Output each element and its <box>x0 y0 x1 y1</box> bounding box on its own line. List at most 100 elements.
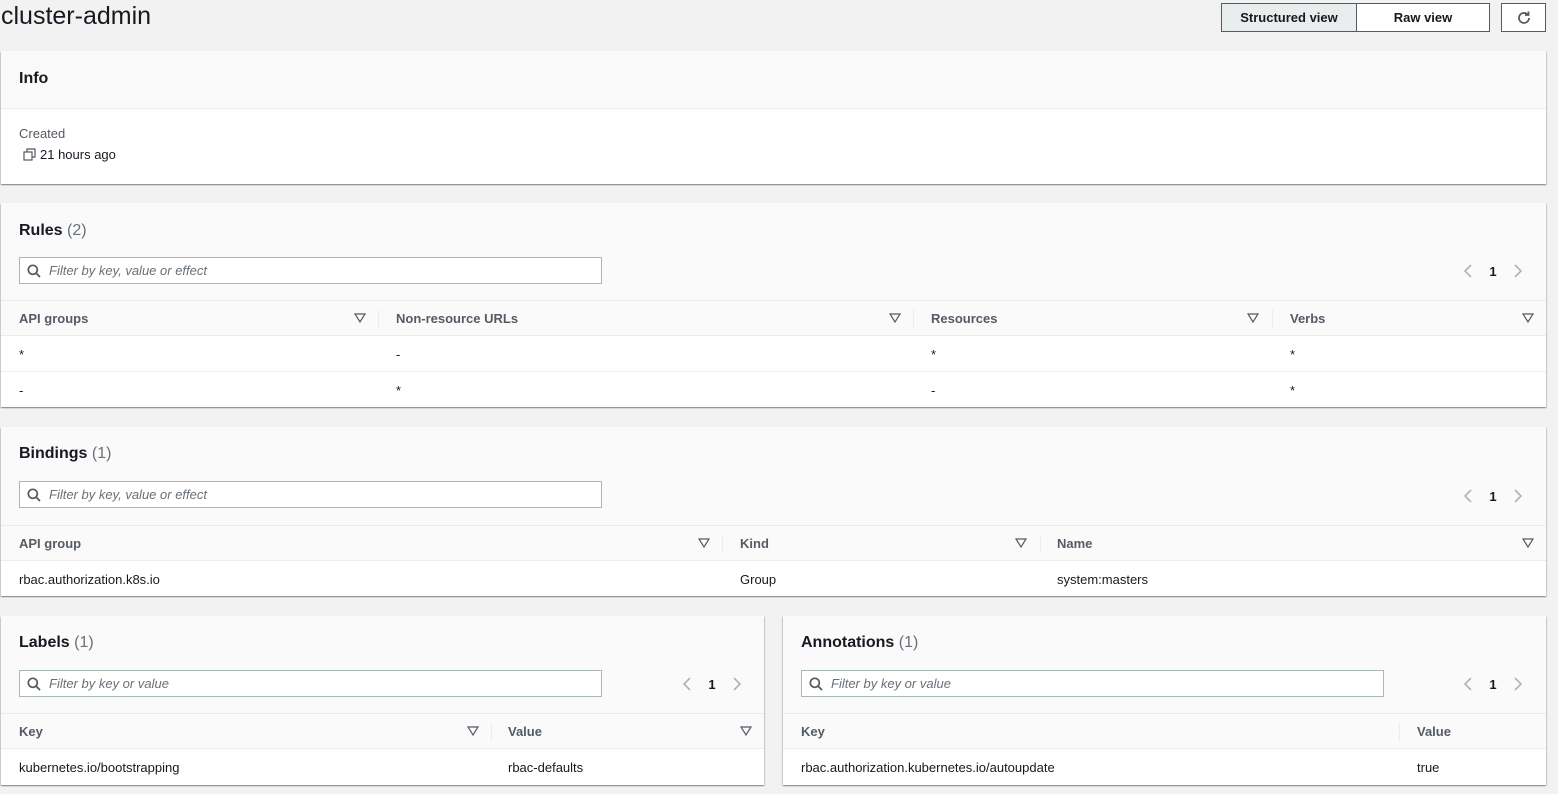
labels-search[interactable] <box>19 670 602 697</box>
bindings-search[interactable] <box>19 481 602 508</box>
created-value-text: 21 hours ago <box>40 147 116 162</box>
cell-resources: - <box>931 382 936 398</box>
search-icon <box>27 263 41 278</box>
column-header-api-groups[interactable]: API groups <box>19 301 88 336</box>
labels-search-input[interactable] <box>49 676 569 691</box>
cell-api-groups: * <box>19 346 25 362</box>
rules-panel-header: Rules (2) 1 <box>1 203 1546 300</box>
column-divider[interactable] <box>378 310 379 328</box>
cell-non-resource-urls: - <box>396 346 401 362</box>
rules-search-input[interactable] <box>49 263 569 278</box>
cell-kind: Group <box>740 571 777 587</box>
bindings-panel: Bindings (1) 1 API group Kind Name rbac.… <box>1 427 1546 596</box>
sort-icon[interactable] <box>354 313 366 323</box>
column-header-value[interactable]: Value <box>508 714 542 749</box>
cell-value: true <box>1417 759 1440 775</box>
labels-title: Labels (1) <box>19 634 94 652</box>
previous-page-icon[interactable] <box>678 675 696 693</box>
bindings-pagination: 1 <box>1459 486 1527 506</box>
bindings-title: Bindings (1) <box>19 445 111 463</box>
search-icon <box>27 487 41 502</box>
table-row: rbac.authorization.k8s.io Group system:m… <box>1 561 1546 597</box>
next-page-icon[interactable] <box>1509 262 1527 280</box>
sort-icon[interactable] <box>467 726 479 736</box>
info-panel-header: Info <box>1 51 1546 109</box>
column-header-non-resource-urls[interactable]: Non-resource URLs <box>396 301 518 336</box>
column-header-key[interactable]: Key <box>19 714 43 749</box>
labels-panel: Labels (1) 1 Key Value kubernetes.io/boo… <box>1 616 764 785</box>
copy-icon[interactable] <box>23 148 36 161</box>
column-header-resources[interactable]: Resources <box>931 301 997 336</box>
cell-api-group: rbac.authorization.k8s.io <box>19 571 160 587</box>
rules-table-header: API groups Non-resource URLs Resources V… <box>1 300 1546 336</box>
column-divider[interactable] <box>1399 723 1400 741</box>
column-divider[interactable] <box>722 535 723 553</box>
column-header-kind[interactable]: Kind <box>740 526 769 561</box>
previous-page-icon[interactable] <box>1459 487 1477 505</box>
previous-page-icon[interactable] <box>1459 675 1477 693</box>
annotations-pagination: 1 <box>1459 674 1527 694</box>
page-header: cluster-admin Structured view Raw view <box>0 0 1558 40</box>
annotations-panel-header: Annotations (1) 1 <box>783 616 1546 713</box>
column-divider[interactable] <box>491 723 492 741</box>
cell-key: rbac.authorization.kubernetes.io/autoupd… <box>801 759 1055 775</box>
raw-view-button[interactable]: Raw view <box>1357 3 1490 32</box>
next-page-icon[interactable] <box>728 675 746 693</box>
labels-page-number[interactable]: 1 <box>696 677 728 692</box>
next-page-icon[interactable] <box>1509 487 1527 505</box>
bindings-panel-header: Bindings (1) 1 <box>1 427 1546 525</box>
column-header-verbs[interactable]: Verbs <box>1290 301 1325 336</box>
column-divider[interactable] <box>913 310 914 328</box>
column-header-key[interactable]: Key <box>801 714 825 749</box>
bindings-table-header: API group Kind Name <box>1 525 1546 561</box>
column-header-name[interactable]: Name <box>1057 526 1092 561</box>
structured-view-button[interactable]: Structured view <box>1221 3 1357 32</box>
rules-panel: Rules (2) 1 API groups Non-resource URLs… <box>1 203 1546 407</box>
sort-icon[interactable] <box>1522 538 1534 548</box>
refresh-button[interactable] <box>1501 3 1546 32</box>
cell-verbs: * <box>1290 382 1296 398</box>
table-row: rbac.authorization.kubernetes.io/autoupd… <box>783 749 1546 785</box>
created-label: Created <box>19 126 66 141</box>
column-header-value[interactable]: Value <box>1417 714 1451 749</box>
rules-search[interactable] <box>19 257 602 284</box>
previous-page-icon[interactable] <box>1459 262 1477 280</box>
sort-icon[interactable] <box>698 538 710 548</box>
annotations-title: Annotations (1) <box>801 634 918 652</box>
cell-api-groups: - <box>19 382 24 398</box>
table-row: - * - * <box>1 372 1546 408</box>
annotations-page-number[interactable]: 1 <box>1477 677 1509 692</box>
sort-icon[interactable] <box>1015 538 1027 548</box>
bindings-page-number[interactable]: 1 <box>1477 489 1509 504</box>
page-title: cluster-admin <box>1 2 152 30</box>
cell-name: system:masters <box>1057 571 1149 587</box>
cell-key: kubernetes.io/bootstrapping <box>19 759 180 775</box>
column-divider[interactable] <box>1040 535 1041 553</box>
labels-table-header: Key Value <box>1 713 764 749</box>
rules-pagination: 1 <box>1459 261 1527 281</box>
labels-count: (1) <box>74 634 94 651</box>
next-page-icon[interactable] <box>1509 675 1527 693</box>
labels-title-text: Labels <box>19 634 70 651</box>
created-value: 21 hours ago <box>23 147 116 162</box>
labels-pagination: 1 <box>678 674 746 694</box>
search-icon <box>27 676 41 691</box>
sort-icon[interactable] <box>889 313 901 323</box>
annotations-search[interactable] <box>801 670 1384 697</box>
annotations-search-input[interactable] <box>831 676 1351 691</box>
sort-icon[interactable] <box>1522 313 1534 323</box>
sort-icon[interactable] <box>740 726 752 736</box>
table-row: kubernetes.io/bootstrapping rbac-default… <box>1 749 764 785</box>
sort-icon[interactable] <box>1247 313 1259 323</box>
rules-page-number[interactable]: 1 <box>1477 264 1509 279</box>
rules-title: Rules (2) <box>19 222 87 240</box>
search-icon <box>809 676 823 691</box>
annotations-title-text: Annotations <box>801 634 895 651</box>
bindings-count: (1) <box>91 445 112 462</box>
column-divider[interactable] <box>1272 310 1273 328</box>
rules-title-text: Rules <box>19 222 63 239</box>
bindings-title-text: Bindings <box>19 445 88 462</box>
bindings-search-input[interactable] <box>49 487 569 502</box>
column-header-api-group[interactable]: API group <box>19 526 81 561</box>
cell-resources: * <box>931 346 937 362</box>
